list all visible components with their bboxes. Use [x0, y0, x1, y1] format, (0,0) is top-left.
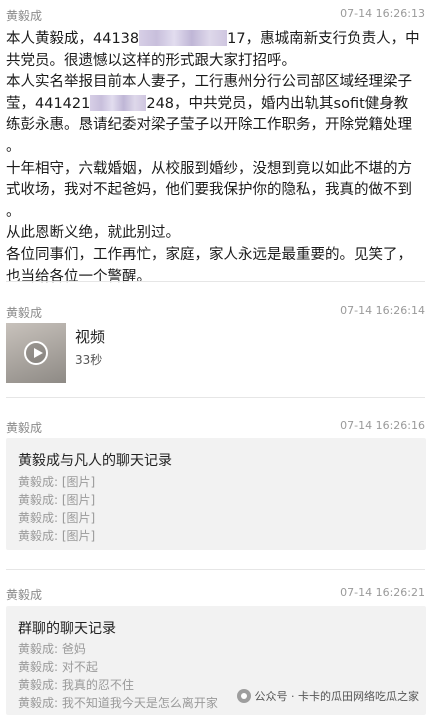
timestamp: 07-14 16:26:16: [340, 419, 425, 432]
chat-record-line: 黄毅成: [图片]: [18, 475, 96, 489]
text-segment: 17，惠城南新支行负责人，中: [227, 31, 420, 47]
text-segment: 248，中共党员，婚内出轨其sofit健身教: [146, 95, 409, 112]
mosaic-redaction: [90, 94, 147, 111]
chat-record-line: 黄毅成: 我不知道我今天是怎么离开家: [18, 696, 218, 710]
message-text: 本人黄毅成，44138 17，惠城南新支行负责人，中 共党员。很遗憾以这样的形式跟…: [6, 29, 420, 288]
text-segment: 各位同事们，工作再忙，家庭，家人永远是最重要的。见笑了，: [6, 246, 412, 263]
chat-record-title: 黄毅成与凡人的聊天记录: [18, 453, 172, 469]
watermark: 公众号 · 卡卡的瓜田网络吃瓜之家: [236, 688, 420, 704]
chat-message-3: 黄毅成 07-14 16:26:16 黄毅成与凡人的聊天记录 黄毅成: [图片]…: [0, 398, 431, 570]
text-segment: 。: [6, 203, 21, 220]
text-segment: 从此恩断义绝，就此别过。: [6, 225, 180, 242]
text-segment: 莹，441421: [6, 95, 91, 112]
sender-name: 黄毅成: [6, 588, 43, 602]
wechat-official-account-icon: [236, 689, 251, 703]
timestamp: 07-14 16:26:21: [340, 586, 425, 599]
paragraph: 本人黄毅成，44138 17，惠城南新支行负责人，中 共党员。很遗憾以这样的形式跟…: [6, 29, 420, 72]
text-segment: 十年相守，六载婚姻，从校服到婚纱，没想到竟以如此不堪的方: [6, 160, 412, 177]
chat-record-title: 群聊的聊天记录: [18, 621, 116, 637]
paragraph: 从此恩断义绝，就此别过。 各位同事们，工作再忙，家庭，家人永远是最重要的。见笑了…: [6, 223, 420, 288]
chat-message-1: 黄毅成 07-14 16:26:13 本人黄毅成，44138 17，惠城南新支行负…: [0, 0, 431, 285]
chat-record-line: 黄毅成: 我真的忍不住: [18, 678, 134, 692]
text-segment: 本人实名举报目前本人妻子，工行惠州分行公司部区域经理梁子: [6, 74, 412, 91]
timestamp: 07-14 16:26:13: [340, 7, 425, 20]
sender-name: 黄毅成: [6, 421, 43, 435]
chat-record-line: 黄毅成: 爸妈: [18, 642, 86, 656]
text-segment: 本人黄毅成，44138: [6, 31, 140, 47]
chat-record-line: 黄毅成: 对不起: [18, 660, 98, 674]
mosaic-redaction: [139, 30, 228, 46]
timestamp: 07-14 16:26:14: [340, 304, 425, 317]
video-title: 视频: [75, 328, 106, 346]
sender-name: 黄毅成: [6, 9, 43, 23]
text-segment: 。: [6, 138, 21, 155]
paragraph: 本人实名举报目前本人妻子，工行惠州分行公司部区域经理梁子 莹，441421 248…: [6, 72, 420, 158]
chat-record-line: 黄毅成: [图片]: [18, 511, 96, 525]
text-segment: 共党员。很遗憾以这样的形式跟大家打招呼。: [6, 52, 296, 69]
text-segment: 练彭永惠。恳请纪委对梁子莹子以开除工作职务，开除党籍处理: [6, 117, 412, 134]
sender-name: 黄毅成: [6, 306, 43, 320]
video-duration: 33秒: [75, 353, 103, 367]
play-icon[interactable]: [24, 341, 48, 365]
chat-record-card[interactable]: 黄毅成与凡人的聊天记录 黄毅成: [图片] 黄毅成: [图片] 黄毅成: [图片…: [6, 438, 426, 550]
video-thumbnail[interactable]: [6, 323, 66, 383]
watermark-text: 公众号 · 卡卡的瓜田网络吃瓜之家: [254, 690, 420, 703]
paragraph: 十年相守，六载婚姻，从校服到婚纱，没想到竟以如此不堪的方 式收场，我对不起爸妈，…: [6, 159, 420, 224]
text-segment: 式收场，我对不起爸妈，他们要我保护你的隐私，我真的做不到: [6, 182, 412, 199]
chat-record-line: 黄毅成: [图片]: [18, 529, 96, 543]
chat-record-line: 黄毅成: [图片]: [18, 493, 96, 507]
chat-message-2: 黄毅成 07-14 16:26:14 视频 33秒: [0, 282, 431, 398]
